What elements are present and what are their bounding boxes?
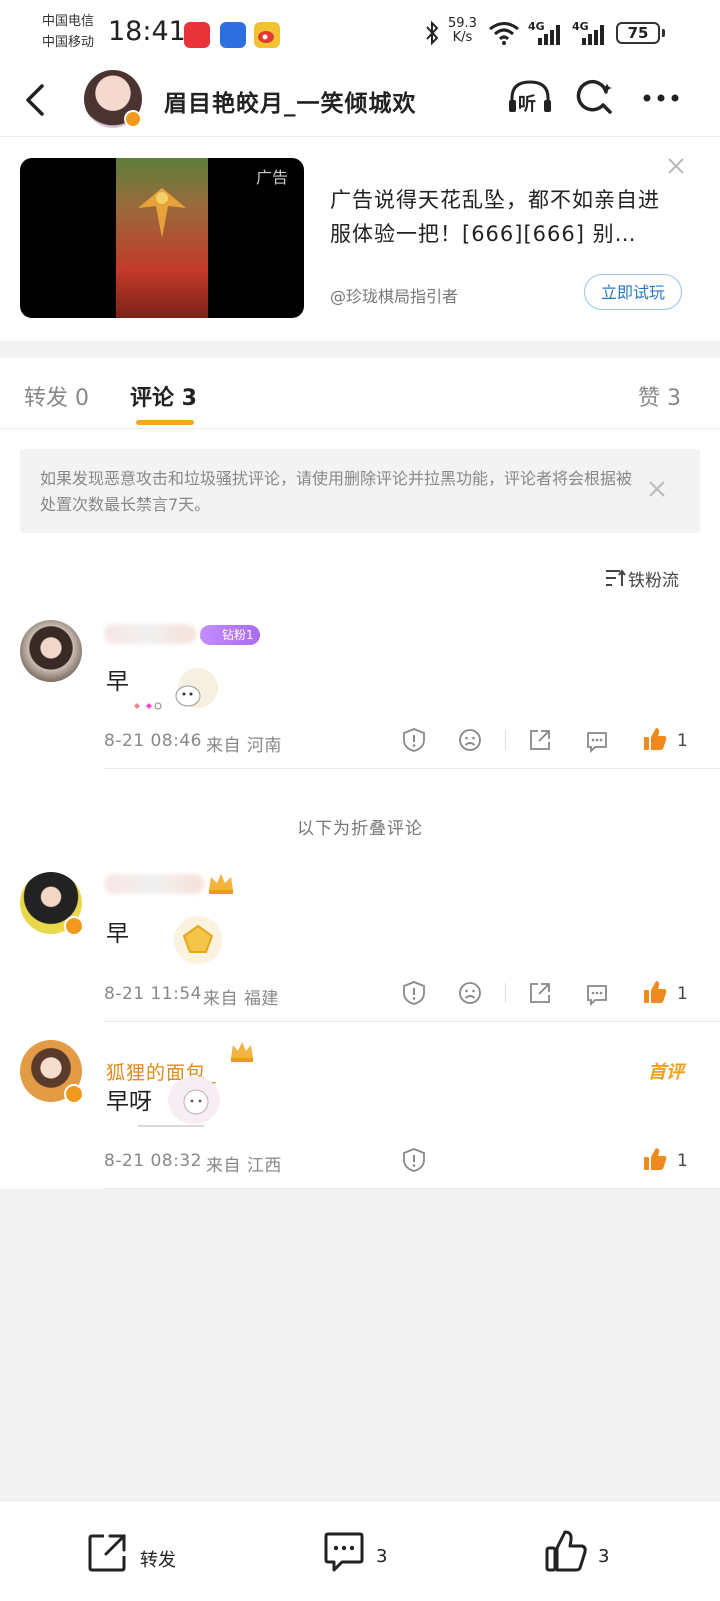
like-icon[interactable] bbox=[642, 979, 668, 1005]
dislike-icon[interactable] bbox=[458, 728, 482, 752]
ad-source[interactable]: @珍珑棋局指引者 bbox=[330, 283, 458, 307]
repost-label: 转发 bbox=[140, 1550, 176, 1571]
try-now-button[interactable]: 立即试玩 bbox=[584, 274, 682, 310]
wifi-icon bbox=[488, 20, 520, 46]
fan-badge: 钻粉1 bbox=[200, 625, 260, 645]
reply-icon[interactable] bbox=[585, 982, 609, 1006]
comment-divider bbox=[104, 1188, 720, 1189]
signal-1-icon bbox=[536, 22, 564, 46]
carrier-info: 中国电信 中国移动 bbox=[42, 11, 94, 53]
first-comment-badge: 首评 bbox=[648, 1062, 684, 1083]
action-divider bbox=[505, 983, 506, 1003]
report-icon[interactable] bbox=[402, 1147, 426, 1173]
sticker-image bbox=[140, 910, 230, 966]
like-count: 1 bbox=[677, 731, 688, 751]
net-speed: 59.3 K/s bbox=[448, 16, 477, 45]
ad-tag: 广告 bbox=[256, 168, 289, 187]
more-icon bbox=[643, 94, 679, 102]
listen-button[interactable]: 听 bbox=[506, 78, 554, 118]
ad-text: 广告说得天花乱坠，都不如亲自进服体验一把！[666][666] 别… bbox=[330, 188, 660, 246]
close-icon bbox=[649, 481, 665, 497]
comment-location: 来自 河南 bbox=[206, 736, 282, 756]
thumbs-up-icon bbox=[545, 1530, 587, 1572]
back-button[interactable] bbox=[18, 80, 54, 120]
action-divider bbox=[505, 730, 506, 750]
folded-comments-label[interactable]: 以下为折叠评论 bbox=[0, 814, 720, 839]
comment-time: 8-21 08:46 bbox=[104, 731, 202, 751]
comment-location: 来自 江西 bbox=[206, 1156, 282, 1176]
notice-text: 如果发现恶意攻击和垃圾骚扰评论，请使用删除评论并拉黑功能，评论者将会根据被处置次… bbox=[40, 469, 633, 514]
tab-likes[interactable]: 赞 3 bbox=[638, 380, 681, 412]
commenter-name-blurred[interactable] bbox=[104, 624, 196, 644]
sort-label: 铁粉流 bbox=[628, 571, 679, 591]
signal-2-icon bbox=[580, 22, 608, 46]
comment-time: 8-21 08:32 bbox=[104, 1151, 202, 1171]
repost-icon bbox=[88, 1534, 126, 1572]
comment-divider bbox=[104, 1021, 720, 1022]
search-icon bbox=[576, 79, 612, 114]
verified-badge-icon bbox=[124, 110, 142, 128]
tab-bar bbox=[0, 358, 720, 429]
comment-button[interactable]: 3 bbox=[322, 1500, 422, 1600]
tab-comments[interactable]: 评论 3 bbox=[130, 380, 197, 412]
like-count: 1 bbox=[677, 1151, 688, 1171]
commenter-avatar[interactable] bbox=[20, 620, 82, 682]
like-icon[interactable] bbox=[642, 1146, 668, 1172]
bluetooth-icon bbox=[424, 20, 440, 46]
comment-count: 3 bbox=[376, 1546, 388, 1567]
sticker-image bbox=[134, 1070, 224, 1132]
carrier-2: 中国移动 bbox=[42, 35, 95, 50]
crown-icon bbox=[206, 870, 236, 896]
carrier-1: 中国电信 bbox=[42, 14, 95, 29]
app-icon bbox=[220, 22, 246, 48]
battery-level: 75 bbox=[616, 22, 660, 44]
share-icon[interactable] bbox=[528, 728, 552, 752]
tab-repost[interactable]: 转发 0 bbox=[24, 380, 89, 412]
phoenix-image bbox=[138, 188, 186, 238]
comment-location: 来自 福建 bbox=[203, 989, 279, 1009]
report-icon[interactable] bbox=[402, 727, 426, 753]
like-count-total: 3 bbox=[598, 1546, 610, 1567]
clock: 18:41 bbox=[108, 16, 186, 47]
listen-label: 听 bbox=[518, 94, 536, 115]
report-icon[interactable] bbox=[402, 980, 426, 1006]
ad-close-button[interactable] bbox=[666, 156, 686, 176]
crown-icon bbox=[228, 1038, 256, 1064]
comment-icon bbox=[324, 1532, 364, 1572]
sticker-image bbox=[128, 662, 228, 714]
reply-icon[interactable] bbox=[585, 729, 609, 753]
huawei-app-icon bbox=[184, 22, 210, 48]
search-button[interactable] bbox=[576, 78, 616, 118]
sort-icon bbox=[606, 569, 626, 586]
comment-text: 早 bbox=[106, 669, 129, 695]
verified-badge-icon bbox=[64, 1084, 84, 1104]
ad-video[interactable]: 广告 bbox=[20, 158, 304, 318]
commenter-name-blurred[interactable] bbox=[104, 874, 204, 894]
like-icon[interactable] bbox=[642, 726, 668, 752]
notice-close-button[interactable] bbox=[646, 478, 668, 500]
weibo-app-icon bbox=[254, 22, 280, 48]
dislike-icon[interactable] bbox=[458, 981, 482, 1005]
page-title: 眉目艳皎月_一笑倾城欢 bbox=[164, 91, 417, 117]
comment-time: 8-21 11:54 bbox=[104, 984, 202, 1004]
more-button[interactable] bbox=[642, 86, 682, 110]
battery-tip bbox=[662, 29, 665, 37]
repost-button[interactable]: 转发 bbox=[86, 1500, 186, 1600]
comment-divider bbox=[104, 768, 720, 769]
like-button[interactable]: 3 bbox=[544, 1500, 644, 1600]
comment-text: 早 bbox=[106, 921, 129, 947]
close-icon bbox=[668, 158, 684, 174]
share-icon[interactable] bbox=[528, 981, 552, 1005]
active-tab-indicator bbox=[136, 420, 194, 425]
like-count: 1 bbox=[677, 984, 688, 1004]
verified-badge-icon bbox=[64, 916, 84, 936]
